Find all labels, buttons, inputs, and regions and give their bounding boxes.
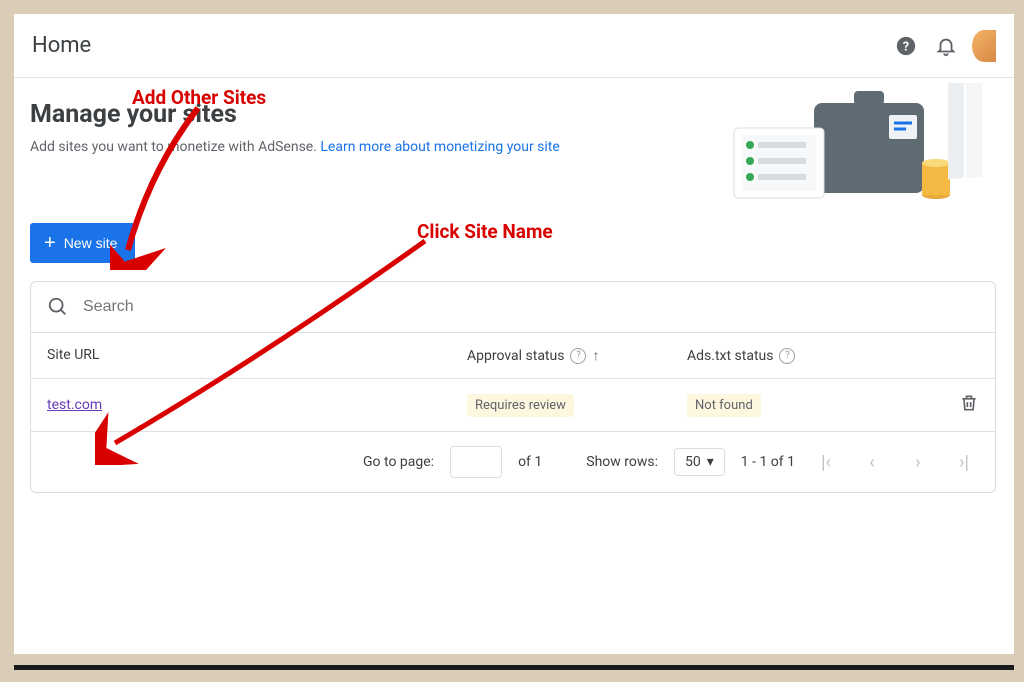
header: Home ?	[14, 14, 1014, 78]
learn-more-link[interactable]: Learn more about monetizing your site	[320, 139, 559, 155]
col-header-ads[interactable]: Ads.txt status ?	[687, 347, 907, 364]
next-page-icon[interactable]: ›	[903, 452, 933, 473]
page-input[interactable]	[450, 446, 502, 478]
first-page-icon[interactable]: |‹	[811, 452, 841, 473]
chevron-down-icon: ▾	[707, 454, 714, 470]
range-label: 1 - 1 of 1	[741, 454, 795, 470]
ads-badge: Not found	[687, 394, 761, 417]
svg-text:?: ?	[903, 39, 909, 54]
new-site-button[interactable]: + New site	[30, 223, 135, 263]
info-icon[interactable]: ?	[570, 348, 586, 364]
rows-select[interactable]: 50 ▾	[674, 448, 725, 476]
delete-icon[interactable]	[959, 401, 979, 417]
approval-badge: Requires review	[467, 394, 574, 417]
col-header-url[interactable]: Site URL	[47, 347, 467, 364]
pagination: Go to page: of 1 Show rows: 50 ▾ 1 - 1 o…	[31, 432, 995, 492]
table-row: test.com Requires review Not found	[31, 379, 995, 432]
last-page-icon[interactable]: ›|	[949, 452, 979, 473]
avatar[interactable]	[972, 30, 996, 62]
ads-label: Ads.txt status	[687, 348, 773, 364]
sites-card: Site URL Approval status ? ↑ Ads.txt sta…	[30, 281, 996, 493]
bottom-bar	[14, 665, 1014, 670]
help-icon[interactable]: ?	[886, 26, 926, 66]
search-input[interactable]	[83, 298, 979, 316]
sort-arrow-icon[interactable]: ↑	[592, 347, 599, 364]
of-label: of 1	[518, 454, 542, 470]
illustration	[724, 83, 1004, 223]
notifications-icon[interactable]	[926, 26, 966, 66]
search-row	[31, 282, 995, 333]
new-site-label: New site	[64, 235, 118, 251]
goto-label: Go to page:	[363, 454, 434, 470]
search-icon	[47, 296, 69, 318]
prev-page-icon[interactable]: ‹	[857, 452, 887, 473]
site-url-link[interactable]: test.com	[47, 397, 102, 413]
rows-value: 50	[685, 454, 701, 470]
subtitle-text: Add sites you want to monetize with AdSe…	[30, 139, 320, 155]
approval-label: Approval status	[467, 348, 564, 364]
rows-label: Show rows:	[586, 454, 658, 470]
page-breadcrumb: Home	[32, 33, 91, 58]
col-header-approval[interactable]: Approval status ? ↑	[467, 347, 687, 364]
info-icon[interactable]: ?	[779, 348, 795, 364]
plus-icon: +	[44, 233, 56, 253]
table-header: Site URL Approval status ? ↑ Ads.txt sta…	[31, 333, 995, 379]
